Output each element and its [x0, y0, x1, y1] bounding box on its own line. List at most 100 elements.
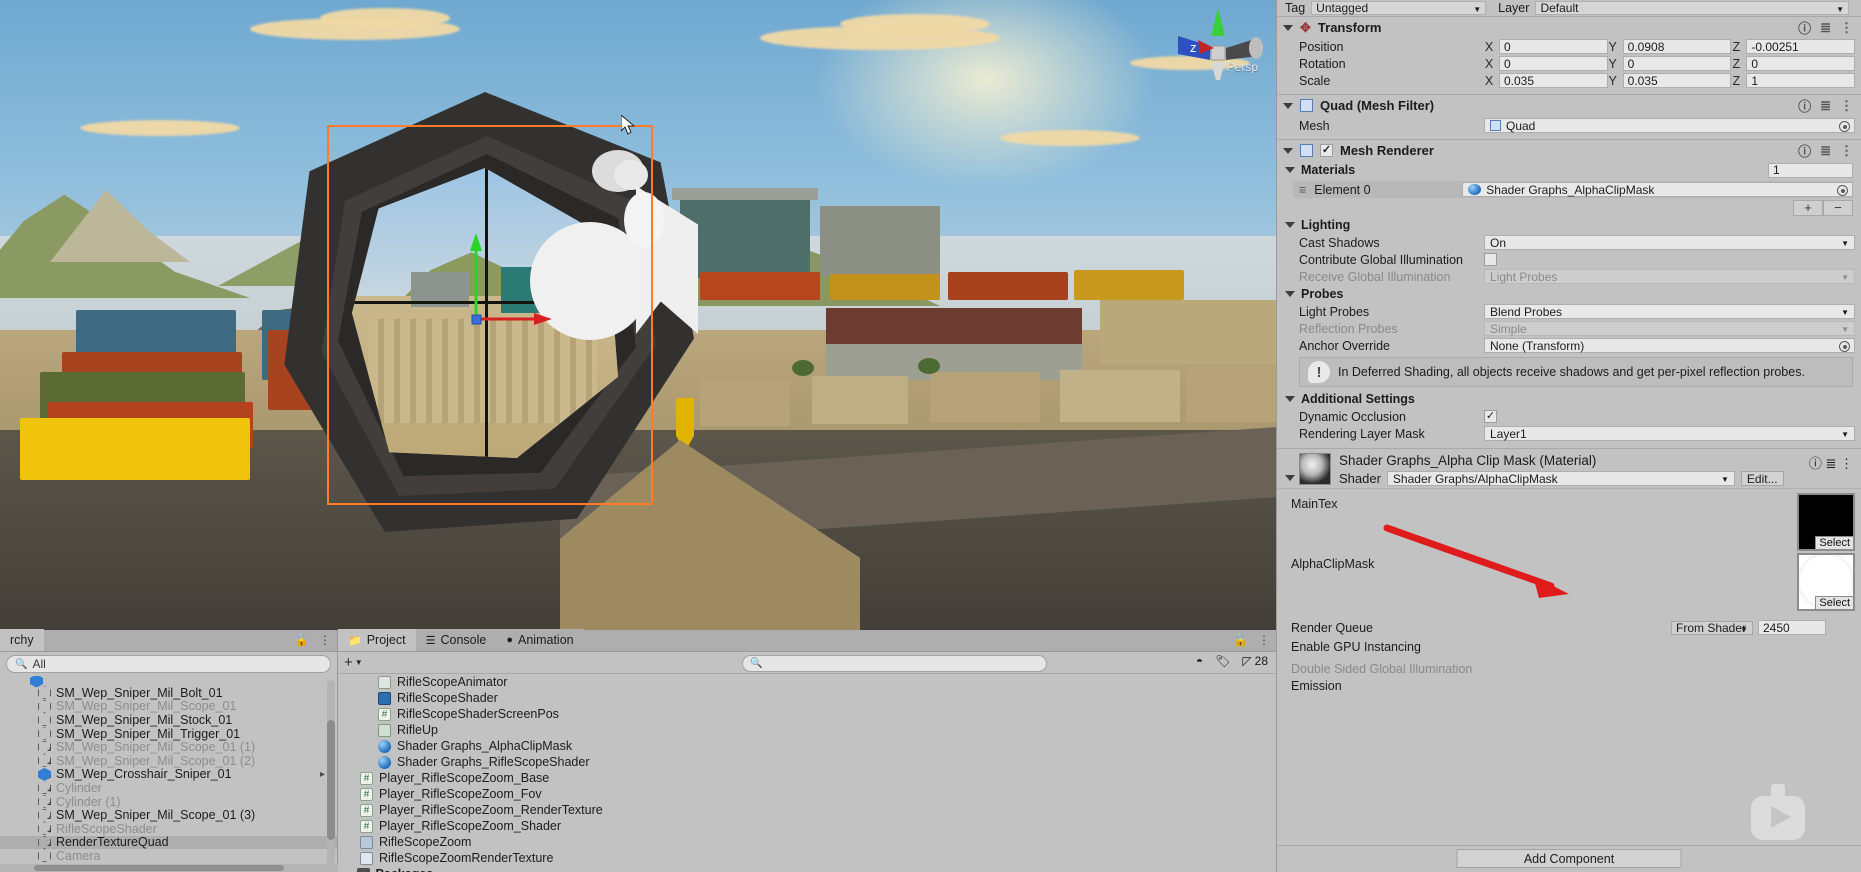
list-item[interactable]: # Player_RifleScopeZoom_RenderTexture [338, 802, 1276, 818]
orientation-gizmo[interactable]: z [1168, 4, 1268, 104]
chevron-down-icon[interactable] [1285, 167, 1295, 173]
list-item[interactable]: Cylinder (1) [0, 795, 337, 809]
project-panel[interactable]: 📁 Project ☰ Console ● Animation 🔒 ⋮ + ▼ [338, 629, 1276, 872]
chevron-down-icon[interactable] [1283, 147, 1293, 154]
scale-x-field[interactable]: X 0.035 [1484, 73, 1608, 88]
material-foldout-icon[interactable] [1285, 475, 1295, 481]
additional-settings-header[interactable]: Additional Settings [1277, 390, 1861, 408]
favorite-icon[interactable]: 🏷 [1215, 654, 1230, 668]
kebab-menu-icon[interactable]: ⋮ [1840, 143, 1853, 159]
list-item[interactable]: SM_Wep_Sniper_Mil_Scope_01 (2) [0, 754, 337, 768]
project-asset-list[interactable]: RifleScopeAnimator RifleScopeShader # Ri… [338, 674, 1276, 872]
list-item[interactable]: Camera [0, 849, 337, 863]
drag-handle-icon[interactable]: ≡ [1299, 183, 1306, 197]
chevron-down-icon[interactable] [1285, 396, 1295, 402]
chevron-down-icon[interactable] [1285, 222, 1295, 228]
list-item[interactable]: ▸ Packages [338, 866, 1276, 872]
material-element-row[interactable]: ≡ Element 0 Shader Graphs_AlphaClipMask [1293, 181, 1853, 198]
kebab-menu-icon[interactable]: ⋮ [1258, 633, 1270, 647]
lock-icon[interactable]: 🔒 [1233, 633, 1248, 647]
rotation-z-field[interactable]: Z 0 [1731, 56, 1856, 71]
remove-material-button[interactable]: − [1823, 199, 1853, 216]
move-gizmo[interactable] [430, 225, 560, 355]
transform-component-header[interactable]: ✥ Transform ⓘ ≣ ⋮ [1277, 16, 1861, 38]
kebab-menu-icon[interactable]: ⋮ [1840, 20, 1853, 36]
add-material-button[interactable]: + [1793, 199, 1823, 216]
materials-section-header[interactable]: Materials 1 [1277, 161, 1861, 179]
rotation-y-field[interactable]: Y 0 [1608, 56, 1732, 71]
chevron-right-icon[interactable]: ▸ [346, 869, 351, 872]
list-item[interactable] [0, 676, 337, 688]
render-queue-value-field[interactable]: 2450 [1758, 620, 1826, 635]
list-item[interactable]: # RifleScopeShaderScreenPos [338, 706, 1276, 722]
mesh-filter-component-header[interactable]: Quad (Mesh Filter) ⓘ ≣ ⋮ [1277, 94, 1861, 116]
kebab-menu-icon[interactable]: ⋮ [1840, 98, 1853, 114]
hierarchy-search-input[interactable]: 🔍 All [6, 655, 331, 673]
list-item[interactable]: SM_Wep_Sniper_Mil_Scope_01 [0, 699, 337, 713]
list-item[interactable]: RifleScopeZoomRenderTexture [338, 850, 1276, 866]
list-item[interactable]: # Player_RifleScopeZoom_Shader [338, 818, 1276, 834]
help-icon[interactable]: ⓘ [1798, 96, 1811, 115]
rotation-x-field[interactable]: X 0 [1484, 56, 1608, 71]
project-search-input[interactable]: 🔍 [742, 655, 1047, 672]
list-item[interactable]: RifleScopeShader [338, 690, 1276, 706]
position-y-field[interactable]: Y 0.0908 [1608, 39, 1732, 54]
list-item[interactable]: RenderTextureQuad [0, 835, 337, 849]
mesh-object-field[interactable]: Quad [1484, 118, 1855, 133]
object-picker-icon[interactable] [1837, 185, 1848, 196]
hierarchy-vertical-scrollbar[interactable] [327, 680, 335, 866]
list-item[interactable]: Cylinder [0, 781, 337, 795]
list-item[interactable]: SM_Wep_Sniper_Mil_Stock_01 [0, 713, 337, 727]
help-icon[interactable]: ⓘ [1809, 456, 1822, 471]
position-x-field[interactable]: X 0 [1484, 39, 1608, 54]
list-item[interactable]: RifleScopeZoom [338, 834, 1276, 850]
preset-icon[interactable]: ≣ [1820, 143, 1831, 159]
list-item[interactable]: RifleScopeShader [0, 822, 337, 836]
alphaclipmask-texture-slot[interactable]: Select [1797, 553, 1855, 611]
tab-console[interactable]: ☰ Console [415, 629, 497, 651]
position-z-field[interactable]: Z -0.00251 [1731, 39, 1856, 54]
list-item[interactable]: SM_Wep_Crosshair_Sniper_01 ▸ [0, 767, 337, 781]
alphaclipmask-select-button[interactable]: Select [1815, 596, 1854, 610]
tab-project[interactable]: 📁 Project [338, 629, 416, 651]
layer-dropdown[interactable]: Default ▼ [1535, 1, 1849, 15]
element-object-field[interactable]: Shader Graphs_AlphaClipMask [1462, 182, 1853, 197]
help-icon[interactable]: ⓘ [1798, 18, 1811, 37]
scale-z-field[interactable]: Z 1 [1731, 73, 1856, 88]
list-item[interactable]: RifleScopeAnimator [338, 674, 1276, 690]
mesh-renderer-enabled-checkbox[interactable]: ✓ [1320, 144, 1333, 157]
packages-icon[interactable]: ◓ [1196, 654, 1203, 668]
maintex-select-button[interactable]: Select [1815, 536, 1854, 550]
create-asset-button[interactable]: + ▼ [344, 654, 363, 671]
scene-view[interactable]: z Persp [0, 0, 1276, 630]
list-item[interactable]: SM_Wep_Sniper_Mil_Scope_01 (1) [0, 740, 337, 754]
edit-shader-button[interactable]: Edit... [1740, 471, 1784, 486]
preset-icon[interactable]: ≣ [1820, 20, 1831, 36]
list-item[interactable]: SM_Wep_Sniper_Mil_Scope_01 (3) [0, 808, 337, 822]
chevron-down-icon[interactable] [1283, 102, 1293, 109]
tag-dropdown[interactable]: Untagged ▼ [1311, 1, 1487, 15]
hierarchy-tree[interactable]: SM_Wep_Sniper_Mil_Bolt_01 SM_Wep_Sniper_… [0, 676, 337, 872]
list-item[interactable]: # Player_RifleScopeZoom_Fov [338, 786, 1276, 802]
preset-icon[interactable]: ≣ [1820, 98, 1831, 114]
list-item[interactable]: # Player_RifleScopeZoom_Base [338, 770, 1276, 786]
chevron-right-icon[interactable]: ▸ [320, 769, 325, 780]
render-queue-mode-dropdown[interactable]: From Shader ▼ [1671, 620, 1753, 635]
material-component-header[interactable]: Shader Graphs_Alpha Clip Mask (Material)… [1277, 448, 1861, 488]
kebab-menu-icon[interactable]: ⋮ [1840, 456, 1853, 471]
list-item[interactable]: Shader Graphs_RifleScopeShader [338, 754, 1276, 770]
list-item[interactable]: SM_Wep_Sniper_Mil_Trigger_01 [0, 727, 337, 741]
rendering-layer-mask-dropdown[interactable]: Layer1 ▼ [1484, 426, 1855, 441]
lock-icon[interactable]: 🔒 [294, 633, 309, 647]
anchor-override-field[interactable]: None (Transform) [1484, 338, 1855, 353]
help-icon[interactable]: ⓘ [1798, 141, 1811, 160]
add-component-button[interactable]: Add Component [1456, 849, 1682, 868]
mesh-renderer-component-header[interactable]: ✓ Mesh Renderer ⓘ ≣ ⋮ [1277, 139, 1861, 161]
light-probes-dropdown[interactable]: Blend Probes ▼ [1484, 304, 1855, 319]
list-item[interactable]: SM_Wep_Sniper_Mil_Bolt_01 [0, 686, 337, 700]
list-item[interactable]: Shader Graphs_AlphaClipMask [338, 738, 1276, 754]
maintex-texture-slot[interactable]: Select [1797, 493, 1855, 551]
materials-count-field[interactable]: 1 [1768, 162, 1853, 178]
list-item[interactable]: RifleUp [338, 722, 1276, 738]
chevron-down-icon[interactable] [1283, 24, 1293, 31]
